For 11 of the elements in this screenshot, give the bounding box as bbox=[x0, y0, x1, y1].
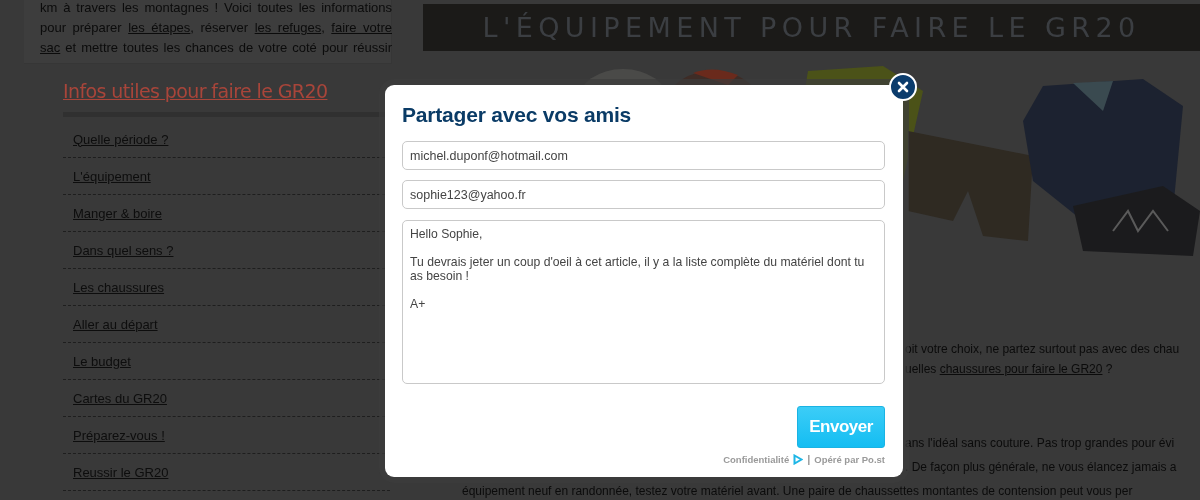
close-icon bbox=[897, 81, 909, 93]
play-icon bbox=[793, 453, 804, 465]
sidebar-title[interactable]: Infos utiles pour faire le GR20 bbox=[63, 80, 328, 102]
email-field[interactable]: sophie123@yahoo.fr bbox=[402, 180, 885, 209]
separator: | bbox=[807, 453, 811, 465]
send-button[interactable]: Envoyer bbox=[797, 406, 885, 448]
email-field[interactable]: michel.duponf@hotmail.com bbox=[402, 141, 885, 170]
privacy-link[interactable]: Confidentialité bbox=[723, 453, 790, 465]
dialog-title: Partager avec vos amis bbox=[402, 103, 633, 127]
message-field[interactable]: Hello Sophie, Tu devrais jeter un coup d'oeil à cet article, il y a la liste complète du matériel dont tu as besoin ! A+ bbox=[402, 220, 885, 384]
operator-link[interactable]: Opéré par Po.st bbox=[814, 453, 885, 465]
